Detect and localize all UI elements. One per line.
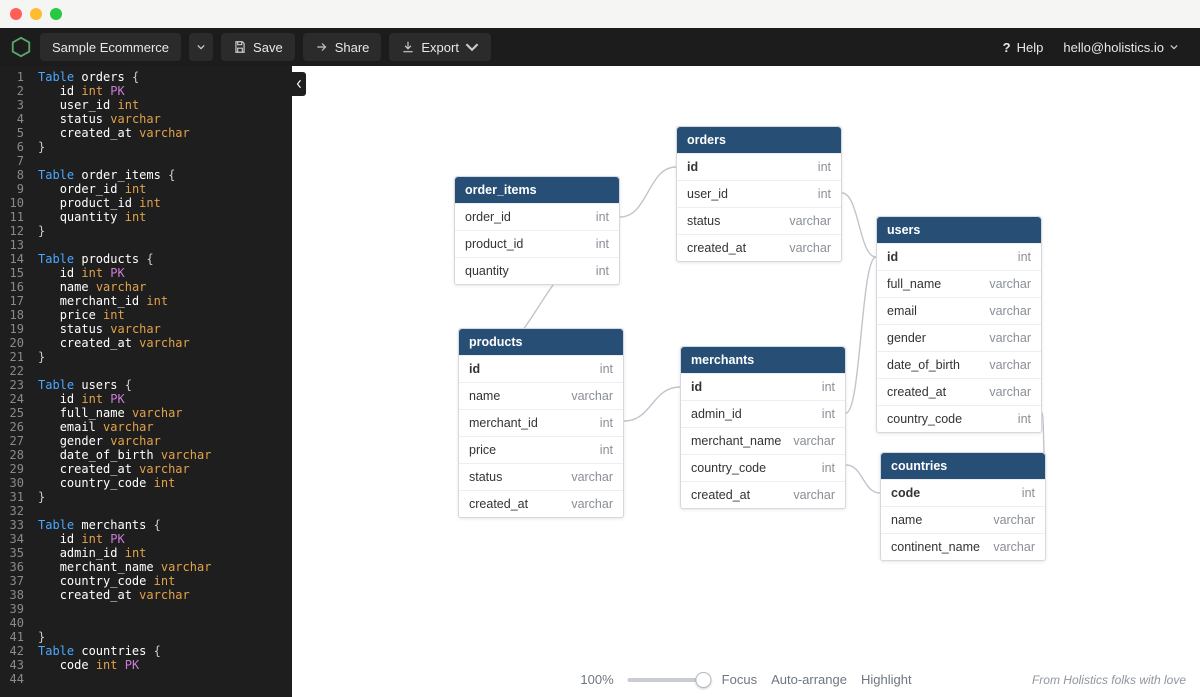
chevron-down-icon (465, 40, 479, 54)
export-button[interactable]: Export (389, 33, 491, 61)
collapse-editor-button[interactable] (292, 72, 306, 96)
canvas-controls: 100% Focus Auto-arrange Highlight (580, 672, 911, 687)
zoom-value: 100% (580, 672, 613, 687)
share-icon (315, 40, 329, 54)
column-product_id[interactable]: product_idint (455, 230, 619, 257)
minimize-window-icon[interactable] (30, 8, 42, 20)
help-label: Help (1017, 40, 1044, 55)
column-country_code[interactable]: country_codeint (681, 454, 845, 481)
table-header[interactable]: order_items (455, 177, 619, 203)
export-label: Export (421, 40, 459, 55)
column-order_id[interactable]: order_idint (455, 203, 619, 230)
column-merchant_name[interactable]: merchant_namevarchar (681, 427, 845, 454)
diagram-canvas[interactable]: order_itemsorder_idintproduct_idintquant… (292, 66, 1200, 697)
share-label: Share (335, 40, 370, 55)
project-select[interactable]: Sample Ecommerce (40, 33, 181, 61)
help-button[interactable]: ? Help (1003, 40, 1044, 55)
table-order_items[interactable]: order_itemsorder_idintproduct_idintquant… (454, 176, 620, 285)
column-date_of_birth[interactable]: date_of_birthvarchar (877, 351, 1041, 378)
table-users[interactable]: usersidintfull_namevarcharemailvarcharge… (876, 216, 1042, 433)
zoom-thumb[interactable] (696, 672, 712, 688)
column-admin_id[interactable]: admin_idint (681, 400, 845, 427)
table-header[interactable]: users (877, 217, 1041, 243)
table-products[interactable]: productsidintnamevarcharmerchant_idintpr… (458, 328, 624, 518)
table-orders[interactable]: ordersidintuser_idintstatusvarcharcreate… (676, 126, 842, 262)
column-full_name[interactable]: full_namevarchar (877, 270, 1041, 297)
column-user_id[interactable]: user_idint (677, 180, 841, 207)
column-email[interactable]: emailvarchar (877, 297, 1041, 324)
focus-button[interactable]: Focus (722, 672, 757, 687)
save-icon (233, 40, 247, 54)
column-price[interactable]: priceint (459, 436, 623, 463)
toolbar: Sample Ecommerce Save Share Export ? Hel… (0, 28, 1200, 66)
column-id[interactable]: idint (877, 243, 1041, 270)
column-status[interactable]: statusvarchar (459, 463, 623, 490)
column-name[interactable]: namevarchar (459, 382, 623, 409)
code-editor[interactable]: 1234567891011121314151617181920212223242… (0, 66, 292, 697)
column-merchant_id[interactable]: merchant_idint (459, 409, 623, 436)
table-countries[interactable]: countriescodeintnamevarcharcontinent_nam… (880, 452, 1046, 561)
column-country_code[interactable]: country_codeint (877, 405, 1041, 432)
window-chrome (0, 0, 1200, 28)
column-quantity[interactable]: quantityint (455, 257, 619, 284)
chevron-down-icon (1170, 44, 1178, 50)
save-label: Save (253, 40, 283, 55)
table-header[interactable]: products (459, 329, 623, 355)
column-created_at[interactable]: created_atvarchar (877, 378, 1041, 405)
column-name[interactable]: namevarchar (881, 506, 1045, 533)
project-caret[interactable] (189, 33, 213, 61)
column-created_at[interactable]: created_atvarchar (459, 490, 623, 517)
table-header[interactable]: countries (881, 453, 1045, 479)
save-button[interactable]: Save (221, 33, 295, 61)
column-id[interactable]: idint (459, 355, 623, 382)
column-id[interactable]: idint (681, 373, 845, 400)
line-number-gutter: 1234567891011121314151617181920212223242… (0, 66, 30, 697)
auto-arrange-button[interactable]: Auto-arrange (771, 672, 847, 687)
table-header[interactable]: orders (677, 127, 841, 153)
column-gender[interactable]: gendervarchar (877, 324, 1041, 351)
column-id[interactable]: idint (677, 153, 841, 180)
app-logo-icon (10, 36, 32, 58)
chevron-down-icon (197, 44, 205, 50)
chevron-left-icon (296, 79, 302, 89)
share-button[interactable]: Share (303, 33, 382, 61)
code-content: Table orders { id int PK user_id int sta… (30, 66, 211, 697)
highlight-button[interactable]: Highlight (861, 672, 912, 687)
user-menu[interactable]: hello@holistics.io (1063, 40, 1178, 55)
maximize-window-icon[interactable] (50, 8, 62, 20)
credit-text: From Holistics folks with love (1032, 673, 1186, 687)
table-header[interactable]: merchants (681, 347, 845, 373)
user-email: hello@holistics.io (1063, 40, 1164, 55)
help-icon: ? (1003, 40, 1011, 55)
column-created_at[interactable]: created_atvarchar (677, 234, 841, 261)
column-continent_name[interactable]: continent_namevarchar (881, 533, 1045, 560)
column-created_at[interactable]: created_atvarchar (681, 481, 845, 508)
table-merchants[interactable]: merchantsidintadmin_idintmerchant_nameva… (680, 346, 846, 509)
column-status[interactable]: statusvarchar (677, 207, 841, 234)
zoom-slider[interactable] (628, 678, 708, 682)
column-code[interactable]: codeint (881, 479, 1045, 506)
project-name: Sample Ecommerce (52, 40, 169, 55)
close-window-icon[interactable] (10, 8, 22, 20)
download-icon (401, 40, 415, 54)
